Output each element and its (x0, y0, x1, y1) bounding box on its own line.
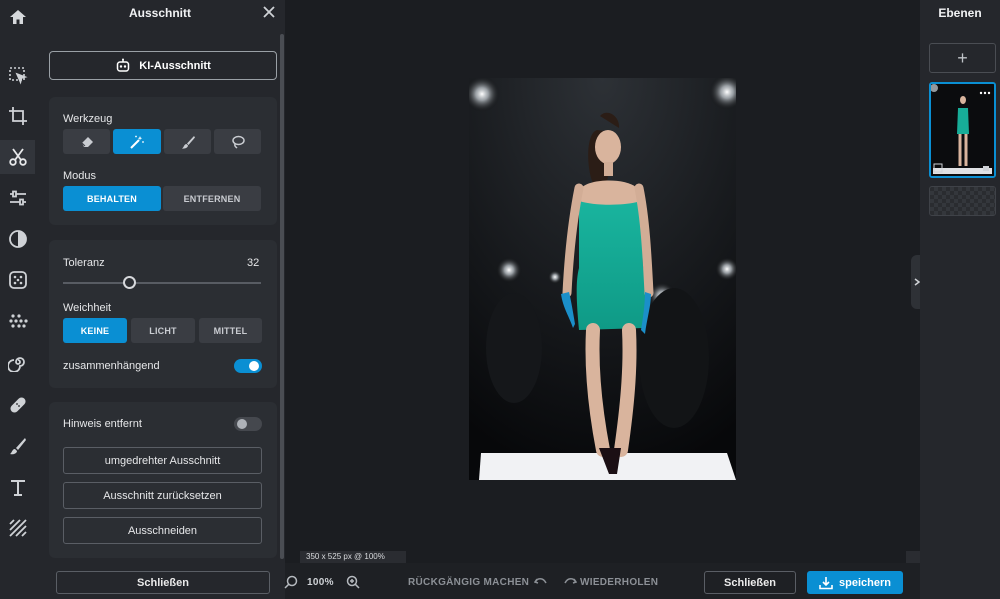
tool-eraser-button[interactable] (63, 129, 110, 154)
tool-magic-wand-button[interactable] (113, 129, 161, 154)
ki-cutout-label: KI-Ausschnitt (139, 59, 211, 72)
left-toolbar (0, 0, 35, 599)
filter-icon[interactable] (0, 222, 35, 256)
tolerance-label: Toleranz (63, 257, 105, 269)
home-icon[interactable] (0, 0, 35, 34)
add-layer-button[interactable]: + (929, 43, 996, 73)
brush-icon[interactable] (0, 429, 35, 463)
text-icon[interactable] (0, 470, 35, 504)
effects-icon[interactable] (0, 263, 35, 297)
softness-light-button[interactable]: LICHT (131, 318, 195, 343)
undo-button[interactable]: RÜCKGÄNGIG MACHEN (408, 577, 529, 588)
mode-remove-button[interactable]: ENTFERNEN (163, 186, 261, 211)
pattern-icon[interactable] (0, 511, 35, 545)
layer-thumbnail-empty[interactable] (929, 186, 996, 216)
ki-cutout-button[interactable]: KI-Ausschnitt (49, 51, 277, 80)
tolerance-slider-track[interactable] (63, 282, 261, 284)
robot-icon (117, 58, 130, 72)
swirl-icon[interactable] (0, 345, 35, 379)
eraser-icon (81, 136, 93, 147)
tolerance-value: 32 (247, 257, 260, 269)
adjust-icon[interactable] (0, 181, 35, 215)
canvas-dimensions-label: 350 x 525 px @ 100% (300, 551, 406, 563)
magic-wand-icon (130, 135, 144, 149)
contiguous-label: zusammenhängend (63, 360, 160, 372)
tool-lasso-button[interactable] (214, 129, 261, 154)
cut-out-button[interactable]: Ausschneiden (63, 517, 262, 544)
canvas-image[interactable] (469, 78, 736, 480)
save-button[interactable]: speichern (807, 571, 903, 594)
reset-cutout-button[interactable]: Ausschnitt zurücksetzen (63, 482, 262, 509)
close-icon[interactable] (261, 4, 277, 20)
cutout-icon[interactable] (0, 140, 35, 174)
softness-none-button[interactable]: KEINE (63, 318, 127, 343)
contiguous-toggle[interactable] (234, 359, 262, 373)
crop-icon[interactable] (0, 99, 35, 133)
mode-label: Modus (63, 170, 97, 182)
canvas-scroll-corner (906, 551, 920, 563)
brush-icon (181, 135, 195, 149)
redo-icon[interactable] (563, 575, 578, 589)
retouch-icon[interactable] (0, 388, 35, 422)
download-icon (819, 576, 833, 589)
tool-label: Werkzeug (63, 113, 113, 125)
zoom-level[interactable]: 100% (307, 577, 334, 588)
layers-title: Ebenen (938, 6, 982, 20)
save-label: speichern (839, 576, 891, 589)
softness-label: Weichheit (63, 302, 112, 314)
tool-brush-button[interactable] (164, 129, 211, 154)
redo-button[interactable]: WIEDERHOLEN (580, 577, 658, 588)
zoom-in-icon[interactable] (346, 575, 360, 589)
select-icon[interactable] (0, 58, 35, 92)
zoom-out-icon[interactable] (284, 575, 298, 589)
liquify-icon[interactable] (0, 304, 35, 338)
panel-close-button[interactable]: Schließen (56, 571, 270, 594)
panel-title: Ausschnitt (128, 6, 191, 20)
hint-removed-toggle[interactable] (234, 417, 262, 431)
tolerance-slider-thumb[interactable] (123, 276, 136, 289)
hint-removed-label: Hinweis entfernt (63, 418, 142, 430)
close-button[interactable]: Schließen (704, 571, 796, 594)
softness-medium-button[interactable]: MITTEL (199, 318, 262, 343)
layer-thumbnail-active[interactable] (929, 82, 996, 178)
invert-cutout-button[interactable]: umgedrehter Ausschnitt (63, 447, 262, 474)
undo-icon[interactable] (533, 575, 548, 589)
lasso-icon (231, 135, 245, 149)
panel-scrollbar[interactable] (280, 34, 284, 559)
mode-keep-button[interactable]: BEHALTEN (63, 186, 161, 211)
